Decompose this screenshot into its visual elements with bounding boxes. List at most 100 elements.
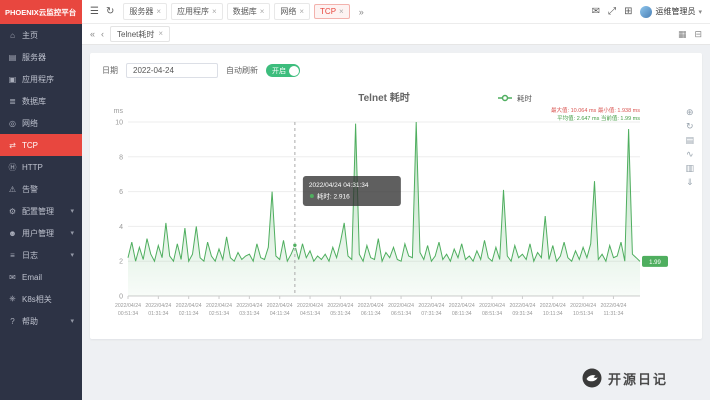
sidebar-item-help[interactable]: ?帮助▾ [0,310,82,332]
sidebar-item-label: 用户管理 [22,228,54,239]
fullscreen-icon[interactable]: ⤢ [608,7,616,17]
user-name: 运维管理员 [655,6,695,17]
footer-brand: 开源日记 [582,368,668,388]
tab-telnet[interactable]: Telnet耗时 × [110,26,170,42]
app-logo: PHOENIX云监控平台 [0,0,82,24]
tabstrip-scroll-left-icon[interactable]: « [90,30,95,39]
panel-icon[interactable]: ▦ [678,30,687,39]
svg-text:07:31:34: 07:31:34 [421,311,441,317]
tab-label: 数据库 [233,6,257,17]
sidebar-item-label: 配置管理 [22,206,54,217]
sidebar-item-config[interactable]: ⚙配置管理▾ [0,200,82,222]
telnet-chart: 0246810ms2022/04/2400:51:342022/04/2401:… [100,86,680,326]
sidebar-item-label: TCP [22,141,38,150]
topbar-tab-application[interactable]: 应用程序× [171,3,223,20]
close-icon[interactable]: × [212,8,217,16]
svg-text:10: 10 [115,120,123,127]
chevron-down-icon: ▾ [70,207,74,215]
data-view-icon[interactable]: ▤ [685,136,694,145]
sidebar-item-email[interactable]: ✉ Email [0,266,82,288]
svg-text:04:51:34: 04:51:34 [300,311,320,317]
svg-text:2022/04/24: 2022/04/24 [145,303,171,309]
svg-text:耗时: 耗时 [517,93,532,103]
sidebar-item-logs[interactable]: ≡日志▾ [0,244,82,266]
svg-text:2022/04/24: 2022/04/24 [509,303,535,309]
topbar-tab-server[interactable]: 服务器× [123,3,167,20]
svg-text:4: 4 [119,224,123,231]
chevron-down-icon: ▾ [70,251,74,259]
zoom-icon[interactable]: ⊕ [685,108,694,117]
bar-chart-icon[interactable]: ▥ [685,164,694,173]
sidebar-item-http[interactable]: ⒽHTTP [0,156,82,178]
sidebar-item-label: K8s相关 [22,294,52,305]
topbar-tab-database[interactable]: 数据库× [227,3,271,20]
chevron-down-icon: ▾ [70,229,74,237]
svg-text:耗时: 2.916: 耗时: 2.916 [317,192,350,201]
svg-text:Telnet 耗时: Telnet 耗时 [358,91,409,104]
brand-text: 开源日记 [608,369,668,388]
download-icon[interactable]: ⇓ [685,178,694,187]
user-icon: ☻ [8,229,17,238]
sidebar-item-label: 应用程序 [22,74,54,85]
refresh-icon[interactable]: ↻ [106,7,114,17]
chart-wrap: 0246810ms2022/04/2400:51:342022/04/2401:… [100,86,692,331]
topbar-tabs: 服务器×应用程序×数据库×网络×TCP× [123,3,349,20]
svg-text:08:51:34: 08:51:34 [482,311,502,317]
auto-refresh-toggle[interactable]: 开启 [266,64,300,77]
sidebar-item-alarm[interactable]: ⚠ 告警 [0,178,82,200]
help-icon: ? [8,317,17,326]
grid-icon[interactable]: ⊞ [624,7,632,17]
svg-text:06:11:34: 06:11:34 [361,311,381,317]
alarm-icon: ⚠ [8,185,17,194]
date-input[interactable]: 2022-04-24 [126,63,218,78]
svg-text:2022/04/24: 2022/04/24 [600,303,626,309]
sidebar-item-tcp[interactable]: ⇄TCP [0,134,82,156]
sidebar-item-server[interactable]: ▤服务器 [0,46,82,68]
sidebar-item-label: 告警 [22,184,38,195]
k8s-icon: ⎈ [8,294,17,304]
sidebar-item-users[interactable]: ☻ 用户管理 ▾ [0,222,82,244]
svg-text:2022/04/24: 2022/04/24 [206,303,232,309]
filter-row: 日期 2022-04-24 自动刷新 开启 [100,61,692,86]
tab-label: 网络 [280,6,296,17]
svg-text:04:11:34: 04:11:34 [270,311,290,317]
tabstrip-prev-icon[interactable]: ‹ [101,30,104,39]
close-icon[interactable]: × [158,30,163,38]
svg-text:2022/04/24: 2022/04/24 [449,303,475,309]
collapse-icon[interactable]: ⊟ [694,30,702,39]
svg-text:06:51:34: 06:51:34 [391,311,411,317]
chevron-down-icon: ▾ [70,317,74,325]
svg-text:2: 2 [119,259,123,266]
sidebar-item-database[interactable]: ≣数据库 [0,90,82,112]
topbar-tab-network[interactable]: 网络× [274,3,310,20]
sidebar-item-label: Email [22,273,42,282]
tab-label: TCP [320,7,336,16]
sidebar-item-home[interactable]: ⌂主页 [0,24,82,46]
close-icon[interactable]: × [156,8,161,16]
tabs-overflow-icon[interactable]: » [359,7,364,17]
avatar [640,6,652,18]
sidebar-item-label: HTTP [22,163,43,172]
sidebar-item-k8s[interactable]: ⎈ K8s相关 [0,288,82,310]
line-chart-icon[interactable]: ∿ [685,150,694,159]
brand-bird-icon [582,368,602,388]
menu-icon[interactable]: ☰ [90,7,99,17]
svg-text:2022/04/24: 2022/04/24 [388,303,414,309]
close-icon[interactable]: × [339,8,344,16]
sidebar-item-application[interactable]: ▣应用程序 [0,68,82,90]
sidebar-item-network[interactable]: ◎网络 [0,112,82,134]
sidebar-item-label: 主页 [22,30,38,41]
close-icon[interactable]: × [299,8,304,16]
restore-icon[interactable]: ↻ [685,122,694,131]
svg-text:00:51:34: 00:51:34 [118,311,138,317]
svg-text:0: 0 [119,294,123,301]
user-menu[interactable]: 运维管理员 ▾ [640,6,702,18]
close-icon[interactable]: × [260,8,265,16]
tab-label: 应用程序 [177,6,209,17]
svg-text:03:31:34: 03:31:34 [239,311,259,317]
svg-text:2022/04/24: 2022/04/24 [267,303,293,309]
topbar-tab-tcp[interactable]: TCP× [314,4,350,19]
svg-text:02:11:34: 02:11:34 [179,311,199,317]
message-icon[interactable]: ✉ [592,7,600,17]
email-icon: ✉ [8,273,17,282]
